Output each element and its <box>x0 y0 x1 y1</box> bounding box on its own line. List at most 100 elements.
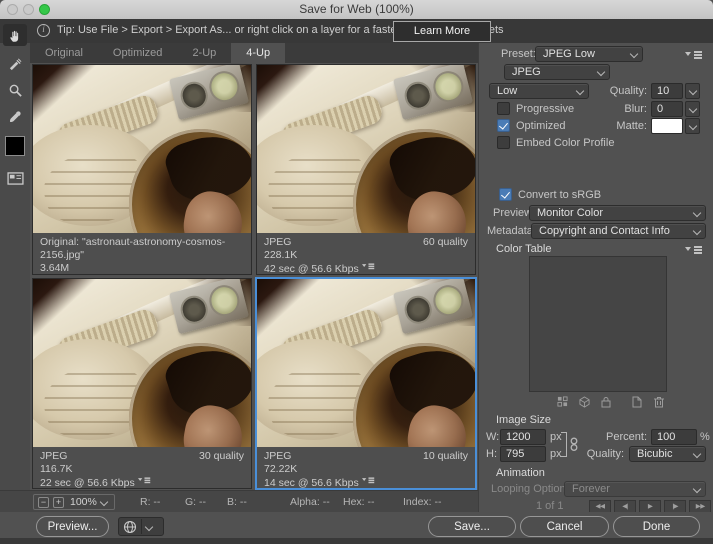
embed-color-profile-checkbox[interactable] <box>497 136 510 149</box>
image-size-title: Image Size <box>496 414 551 426</box>
color-table-well <box>529 256 667 392</box>
hand-tool-button[interactable] <box>3 24 27 46</box>
eyedropper-tool-button[interactable] <box>3 105 27 127</box>
resample-quality-dropdown[interactable]: Bicubic <box>629 446 706 462</box>
tools-sidebar <box>0 43 30 490</box>
panel-menu-icon[interactable] <box>685 49 702 59</box>
pane-filesize: 72.22K <box>264 463 468 476</box>
chevron-down-icon <box>145 522 153 530</box>
chevron-down-icon <box>693 209 701 217</box>
quality-stepper[interactable] <box>685 83 700 99</box>
playback-controls: ◀◀ ◀| ▶ |▶ ▶▶ <box>589 499 711 513</box>
preset-dropdown[interactable]: JPEG Low <box>535 46 643 62</box>
color-swatch[interactable] <box>3 135 27 157</box>
embed-color-profile-label: Embed Color Profile <box>516 137 614 149</box>
progressive-checkbox[interactable] <box>497 102 510 115</box>
preview-in-browser-button[interactable] <box>118 517 164 536</box>
learn-more-button[interactable]: Learn More <box>393 21 491 42</box>
compression-dropdown[interactable]: Low <box>489 83 589 99</box>
settings-panel: Preset: JPEG Low JPEG Low Quality: 10 Pr… <box>478 43 713 512</box>
done-button[interactable]: Done <box>613 516 700 537</box>
download-speed-menu-icon[interactable] <box>362 476 374 483</box>
percent-field[interactable]: 100 <box>651 429 697 445</box>
trash-icon[interactable] <box>652 395 666 408</box>
tab-original[interactable]: Original <box>30 43 98 63</box>
width-field[interactable]: 1200 <box>500 429 546 445</box>
link-dimensions-icon[interactable] <box>569 437 579 452</box>
astronaut-preview-image <box>257 65 475 233</box>
slice-select-icon <box>8 57 23 72</box>
percent-label: Percent: <box>597 431 647 443</box>
optimized-checkbox[interactable] <box>497 119 510 132</box>
chevron-down-icon <box>693 227 701 235</box>
tab-4up[interactable]: 4-Up <box>231 43 285 63</box>
chevron-down-icon <box>689 87 697 95</box>
slice-select-tool-button[interactable] <box>3 53 27 75</box>
chevron-down-icon <box>100 498 108 506</box>
format-dropdown[interactable]: JPEG <box>504 64 610 80</box>
convert-to-srgb-checkbox[interactable] <box>499 188 512 201</box>
preset-label: Preset: <box>501 48 536 60</box>
snap-to-web-palette-icon[interactable] <box>555 395 569 408</box>
tip-bar: Tip: Use File > Export > Export As... or… <box>0 19 713 43</box>
height-label: H: <box>486 448 497 460</box>
web-shift-cube-icon[interactable] <box>577 395 591 408</box>
preview-pane-30-quality[interactable]: JPEG 30 quality 116.7K 22 sec @ 56.6 Kbp… <box>32 278 252 489</box>
image-shading <box>257 279 475 447</box>
pane-filesize: 116.7K <box>40 463 244 476</box>
height-unit: px <box>550 448 562 460</box>
window-bottom-edge <box>0 538 713 544</box>
metadata-dropdown[interactable]: Copyright and Contact Info <box>531 223 706 239</box>
zoom-out-button[interactable]: − <box>38 497 49 508</box>
zoom-tool-button[interactable] <box>3 79 27 101</box>
toggle-slices-icon <box>7 172 24 185</box>
width-unit: px <box>550 431 562 443</box>
hex-readout: Hex: -- <box>343 496 375 508</box>
blur-field[interactable]: 0 <box>651 101 683 117</box>
window-title: Save for Web (100%) <box>0 2 713 16</box>
height-field[interactable]: 795 <box>500 446 546 462</box>
width-label: W: <box>486 431 499 443</box>
magnifier-icon <box>8 83 23 98</box>
lock-color-icon[interactable] <box>599 395 613 408</box>
zoom-level-value[interactable]: 100% <box>70 496 97 508</box>
chevron-down-icon <box>576 87 584 95</box>
new-color-icon[interactable] <box>630 395 644 408</box>
matte-stepper[interactable] <box>685 118 700 134</box>
optimized-label: Optimized <box>516 120 566 132</box>
download-speed-menu-icon[interactable] <box>138 476 150 483</box>
looping-options-dropdown[interactable]: Forever <box>564 481 706 497</box>
preview-mode-dropdown[interactable]: Monitor Color <box>529 205 706 221</box>
pane-label: Original: "astronaut-astronomy-cosmos-21… <box>33 233 251 274</box>
hand-icon <box>8 28 23 43</box>
color-table-menu-icon[interactable] <box>685 244 702 254</box>
matte-swatch[interactable] <box>651 118 683 134</box>
save-button[interactable]: Save... <box>428 516 516 537</box>
pane-quality: 30 quality <box>199 450 244 463</box>
toggle-slices-button[interactable] <box>3 167 27 189</box>
chevron-down-icon <box>689 122 697 130</box>
download-speed-menu-icon[interactable] <box>362 262 374 269</box>
original-filename: Original: "astronaut-astronomy-cosmos-21… <box>40 236 244 262</box>
pane-format: JPEG <box>40 450 67 463</box>
green-readout: G: -- <box>185 496 206 508</box>
image-shading <box>33 65 251 233</box>
animation-title: Animation <box>496 467 545 479</box>
preview-mode-value: Monitor Color <box>537 207 603 219</box>
percent-unit: % <box>700 431 710 443</box>
tab-2up[interactable]: 2-Up <box>177 43 231 63</box>
red-readout: R: -- <box>140 496 160 508</box>
cancel-button[interactable]: Cancel <box>520 516 609 537</box>
blur-stepper[interactable] <box>685 101 700 117</box>
preview-button[interactable]: Preview... <box>36 516 109 537</box>
preset-value: JPEG Low <box>543 48 595 60</box>
tab-optimized[interactable]: Optimized <box>98 43 178 63</box>
preview-pane-60-quality[interactable]: JPEG 60 quality 228.1K 42 sec @ 56.6 Kbp… <box>256 64 476 275</box>
view-tabs: Original Optimized 2-Up 4-Up <box>30 43 478 63</box>
progressive-label: Progressive <box>516 103 574 115</box>
quality-field[interactable]: 10 <box>651 83 683 99</box>
preview-pane-10-quality-selected[interactable]: JPEG 10 quality 72.22K 14 sec @ 56.6 Kbp… <box>256 278 476 489</box>
preview-pane-original[interactable]: Original: "astronaut-astronomy-cosmos-21… <box>32 64 252 275</box>
astronaut-preview-image <box>33 279 251 447</box>
zoom-in-button[interactable]: + <box>53 497 64 508</box>
